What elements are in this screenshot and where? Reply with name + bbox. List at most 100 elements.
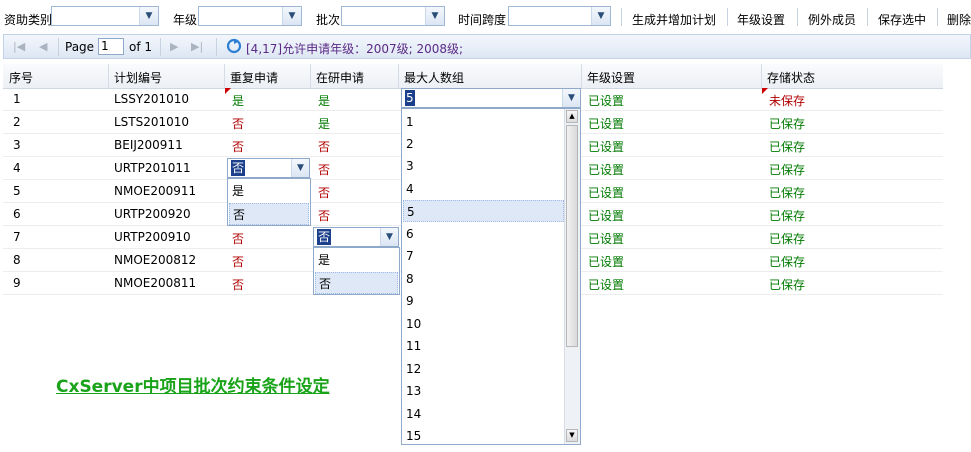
dropdown-option[interactable]: 8 xyxy=(403,268,564,290)
dropdown-option[interactable]: 13 xyxy=(403,380,564,402)
cell-no: 1 xyxy=(13,92,21,106)
scroll-down-arrow[interactable]: ▼ xyxy=(566,429,578,442)
cell-grade[interactable]: 已设置 xyxy=(588,184,624,201)
save-selected-button[interactable]: 保存选中 xyxy=(878,11,926,28)
scroll-thumb[interactable] xyxy=(566,125,578,347)
cell-grade[interactable]: 已设置 xyxy=(588,115,624,132)
cell-inresearch[interactable]: 否 xyxy=(318,161,330,178)
dropdown-option-highlighted[interactable]: 否 xyxy=(315,272,398,294)
dropdown-scrollbar[interactable]: ▲ ▼ xyxy=(564,109,580,444)
chevron-down-icon[interactable]: ▼ xyxy=(425,7,444,25)
cell-repeat[interactable]: 是 xyxy=(232,92,244,109)
column-header-grade[interactable]: 年级设置 xyxy=(587,69,635,86)
dropdown-option[interactable]: 9 xyxy=(403,290,564,312)
cell-code: LSTS201010 xyxy=(114,115,190,129)
dropdown-option[interactable]: 11 xyxy=(403,335,564,357)
cell-grade[interactable]: 已设置 xyxy=(588,276,624,293)
funding-type-combo[interactable]: ▼ xyxy=(51,6,159,26)
column-header-code[interactable]: 计划编号 xyxy=(114,69,162,86)
caption-link[interactable]: CxServer中项目批次约束条件设定 xyxy=(56,372,330,397)
chevron-down-icon[interactable]: ▼ xyxy=(380,228,398,246)
cell-grade[interactable]: 已设置 xyxy=(588,207,624,224)
dropdown-option[interactable]: 10 xyxy=(403,313,564,335)
cell-no: 9 xyxy=(13,276,21,290)
dropdown-option[interactable]: 是 xyxy=(229,180,309,202)
cell-repeat[interactable]: 否 xyxy=(232,276,244,293)
cell-inresearch[interactable]: 否 xyxy=(318,207,330,224)
toolbar-separator xyxy=(797,8,798,26)
delete-button[interactable]: 删除 xyxy=(947,11,971,28)
grade-combo[interactable]: ▼ xyxy=(198,6,302,26)
chevron-down-icon[interactable]: ▼ xyxy=(591,7,610,25)
cell-repeat[interactable]: 否 xyxy=(232,230,244,247)
cell-grade[interactable]: 已设置 xyxy=(588,92,624,109)
page-number-input[interactable]: 1 xyxy=(98,38,124,55)
dropdown-option[interactable]: 15 xyxy=(403,425,564,447)
cell-inresearch[interactable]: 否 xyxy=(318,184,330,201)
chevron-down-icon[interactable]: ▼ xyxy=(139,7,158,25)
cell-no: 5 xyxy=(13,184,21,198)
column-header-inresearch[interactable]: 在研申请 xyxy=(316,69,364,86)
pager-separator xyxy=(216,38,217,56)
dropdown-option[interactable]: 14 xyxy=(403,403,564,425)
chevron-down-icon[interactable]: ▼ xyxy=(291,159,309,177)
generate-plan-button[interactable]: 生成并增加计划 xyxy=(632,11,716,28)
timespan-combo[interactable]: ▼ xyxy=(508,6,611,26)
column-divider xyxy=(398,64,399,88)
pager-info: [4,17]允许申请年级：2007级; 2008级; xyxy=(246,42,464,56)
cell-repeat[interactable]: 否 xyxy=(232,115,244,132)
next-page-icon[interactable]: ▶ xyxy=(170,40,178,53)
cell-inresearch[interactable]: 是 xyxy=(318,115,330,132)
inresearch-apply-editor[interactable]: 否 ▼ xyxy=(313,227,399,247)
cell-grade[interactable]: 已设置 xyxy=(588,161,624,178)
max-group-value: 5 xyxy=(405,90,415,106)
dropdown-option[interactable]: 3 xyxy=(403,155,564,177)
batch-combo[interactable]: ▼ xyxy=(341,6,445,26)
cell-inresearch[interactable]: 是 xyxy=(318,92,330,109)
repeat-apply-editor[interactable]: 否 ▼ xyxy=(227,158,310,178)
column-header-repeat[interactable]: 重复申请 xyxy=(230,69,278,86)
column-header-max[interactable]: 最大人数组 xyxy=(404,69,464,86)
dropdown-option[interactable]: 4 xyxy=(403,178,564,200)
exception-members-button[interactable]: 例外成员 xyxy=(808,11,856,28)
scroll-up-arrow[interactable]: ▲ xyxy=(566,110,578,123)
cell-grade[interactable]: 已设置 xyxy=(588,138,624,155)
dropdown-option-highlighted[interactable]: 否 xyxy=(229,203,309,225)
grid-header: 序号 计划编号 重复申请 在研申请 最大人数组 年级设置 存储状态 xyxy=(3,64,943,89)
grade-label: 年级 xyxy=(173,13,198,27)
cell-status: 已保存 xyxy=(769,232,806,246)
cell-no: 6 xyxy=(13,207,21,221)
dropdown-option[interactable]: 1 xyxy=(403,111,564,133)
cell-grade[interactable]: 已设置 xyxy=(588,230,624,247)
prev-page-icon[interactable]: ◀ xyxy=(39,40,47,53)
cell-status: 已保存 xyxy=(769,163,806,177)
cell-grade[interactable]: 已设置 xyxy=(588,253,624,270)
cell-status: 已保存 xyxy=(769,140,806,154)
toolbar: 资助类别 ▼ 年级 ▼ 批次 ▼ 时间跨度 ▼ 生成并增加计划 年级设置 例外成… xyxy=(0,0,971,34)
chevron-down-icon[interactable]: ▼ xyxy=(562,89,580,107)
cell-repeat[interactable]: 否 xyxy=(232,138,244,155)
grade-settings-button[interactable]: 年级设置 xyxy=(737,11,785,28)
dropdown-option[interactable]: 12 xyxy=(403,358,564,380)
dropdown-option[interactable]: 7 xyxy=(403,245,564,267)
refresh-icon[interactable] xyxy=(226,38,242,57)
max-group-editor[interactable]: 5 ▼ xyxy=(401,88,581,108)
cell-inresearch[interactable]: 否 xyxy=(318,138,330,155)
cell-code: URTP200910 xyxy=(114,230,191,244)
column-header-no[interactable]: 序号 xyxy=(9,69,33,86)
first-page-icon[interactable]: |◀ xyxy=(13,40,25,53)
repeat-apply-dropdown: 是 否 xyxy=(227,178,311,226)
column-divider xyxy=(310,64,311,88)
column-header-status[interactable]: 存储状态 xyxy=(767,69,815,86)
cell-repeat[interactable]: 否 xyxy=(232,253,244,270)
dropdown-option[interactable]: 2 xyxy=(403,133,564,155)
last-page-icon[interactable]: ▶| xyxy=(191,40,203,53)
chevron-down-icon[interactable]: ▼ xyxy=(282,7,301,25)
dropdown-option[interactable]: 是 xyxy=(315,249,398,271)
dirty-marker xyxy=(225,88,231,94)
timespan-label: 时间跨度 xyxy=(458,13,507,27)
column-divider xyxy=(224,64,225,88)
inresearch-apply-dropdown: 是 否 xyxy=(313,247,400,295)
dropdown-option-highlighted[interactable]: 5 xyxy=(403,200,564,222)
dropdown-option[interactable]: 6 xyxy=(403,223,564,245)
